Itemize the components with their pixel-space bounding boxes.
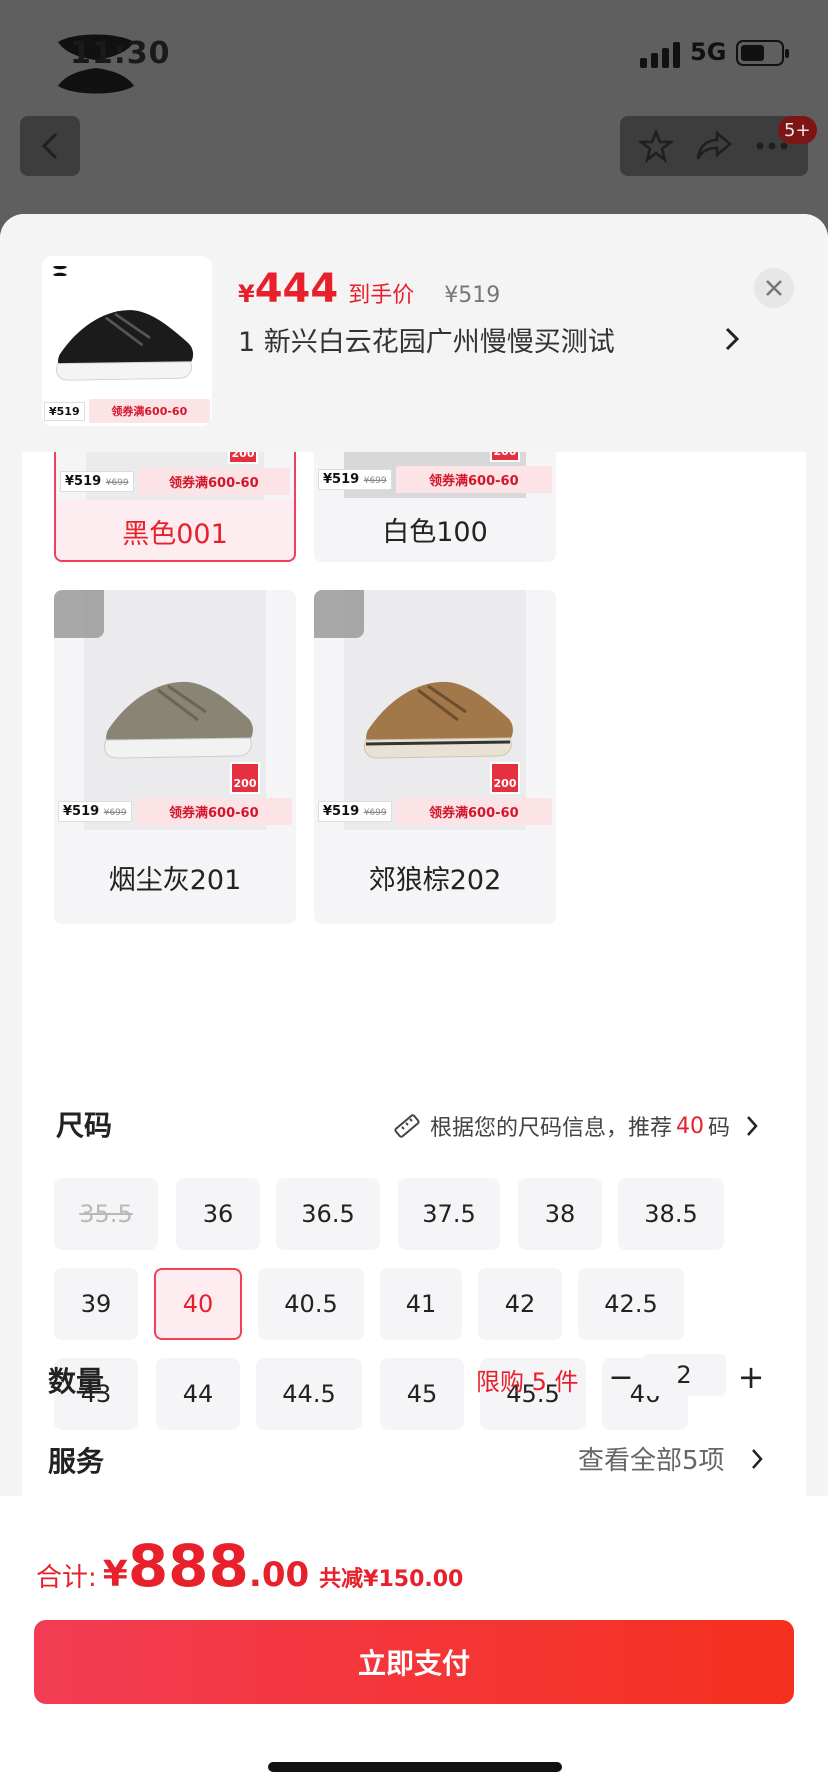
quantity-plus-button[interactable]: + [736,1358,766,1396]
size-option[interactable]: 40 [154,1268,242,1340]
color-option-brown[interactable]: ¥519 ¥699 领券满600-60 200 郊狼棕202 [314,590,556,924]
brand-logo-icon [53,266,67,276]
back-button[interactable] [20,116,80,176]
size-rec-value: 40 [676,1113,705,1139]
shoe-image-brown [364,681,513,759]
share-icon[interactable] [695,129,733,163]
sheet-header: ¥519 领券满600-60 ¥ 444 到手价 ¥519 1 新兴白云花园广州慢… [0,214,828,452]
coupon-badge: 200 [230,762,260,794]
size-option[interactable]: 36 [176,1178,260,1250]
size-title: 尺码 [56,1109,113,1142]
size-option[interactable]: 39 [54,1268,138,1340]
home-indicator [268,1762,562,1772]
size-option[interactable]: 40.5 [258,1268,364,1340]
color-label: 黑色001 [122,518,228,550]
service-title: 服务 [48,1445,105,1478]
coupon-strip: ¥519 ¥699 领券满600-60 [58,796,292,826]
coupon-strip: ¥519 领券满600-60 [44,398,210,424]
shoe-image-gray [104,681,253,759]
total-currency: ¥ [102,1554,128,1595]
more-icon[interactable] [755,141,789,151]
size-option[interactable]: 37.5 [398,1178,500,1250]
size-option[interactable]: 38 [518,1178,602,1250]
status-time: 11:30 [70,36,171,71]
close-icon [766,280,782,296]
service-view-all-label: 查看全部5项 [578,1446,725,1476]
size-option[interactable]: 38.5 [618,1178,724,1250]
pay-now-button[interactable]: 立即支付 [34,1620,794,1704]
selected-product-thumbnail: ¥519 领券满600-60 [42,256,212,426]
size-option[interactable]: 42 [478,1268,562,1340]
chevron-right-icon[interactable] [720,324,744,354]
ruler-icon [394,1114,420,1138]
coupon-strip: ¥519 ¥699 领券满600-60 [60,466,290,496]
price-row: ¥ 444 到手价 ¥519 [238,266,500,312]
size-option[interactable]: 45 [380,1358,464,1430]
coupon-strip: ¥519 ¥699 领券满600-60 [318,464,552,494]
notification-badge: 5+ [778,116,817,144]
chevron-right-icon [751,1449,763,1469]
total-label: 合计: [36,1563,97,1593]
size-option[interactable]: 44.5 [256,1358,362,1430]
expand-icon[interactable] [314,590,364,638]
battery-icon [736,40,789,66]
quantity-input[interactable]: 2 [642,1354,726,1396]
size-option[interactable]: 35.5 [54,1178,158,1250]
chevron-right-icon [747,1116,758,1136]
nav-bar [0,110,828,190]
expand-icon[interactable] [54,590,104,638]
total-decimal: .00 [248,1555,310,1595]
product-image: ¥519 ¥699领券满600-60 200 [314,590,556,830]
coupon-strip: ¥519 ¥699 领券满600-60 [318,796,552,826]
final-price: 444 [254,266,339,312]
size-option[interactable]: 44 [156,1358,240,1430]
size-option[interactable]: 36.5 [276,1178,380,1250]
final-price-tag: 到手价 [348,283,415,308]
original-price: ¥519 [444,283,501,308]
close-button[interactable] [754,268,794,308]
purchase-limit: 限购 5 件 [476,1368,579,1396]
chevron-left-icon [41,132,58,160]
product-image: ¥519 ¥699领券满600-60 200 [54,590,296,830]
quantity-minus-button[interactable]: − [606,1360,636,1395]
color-label: 白色100 [382,516,488,548]
color-option-gray[interactable]: ¥519 ¥699 领券满600-60 200 烟尘灰201 [54,590,296,924]
signal-icon [640,42,680,68]
watermark: 慢星人1308823jD [280,1070,485,1098]
size-rec-prefix: 根据您的尺码信息，推荐 [430,1116,673,1141]
total-price: 合计: ¥ 888 .00 共减¥150.00 [36,1532,463,1600]
color-label: 烟尘灰201 [108,864,242,896]
currency-symbol: ¥ [238,280,255,308]
delivery-address[interactable]: 1 新兴白云花园广州慢慢买测试 [238,320,615,359]
size-option[interactable]: 41 [380,1268,462,1340]
service-view-all[interactable]: 查看全部5项 [578,1440,765,1477]
network-type: 5G [690,38,727,66]
status-bar: 11:30 5G [0,0,828,100]
size-rec-suffix: 码 [708,1116,731,1141]
total-discount: 共减¥150.00 [319,1567,464,1592]
shoe-image-black [56,310,194,381]
star-icon[interactable] [639,129,673,163]
checkout-bar: 合计: ¥ 888 .00 共减¥150.00 立即支付 [0,1496,828,1792]
color-label: 郊狼棕202 [368,864,502,896]
coupon-badge: 200 [490,762,520,794]
size-option[interactable]: 42.5 [578,1268,684,1340]
size-recommendation[interactable]: 根据您的尺码信息，推荐 40 码 [392,1110,760,1142]
total-integer: 888 [127,1532,249,1600]
quantity-title: 数量 [48,1365,105,1398]
